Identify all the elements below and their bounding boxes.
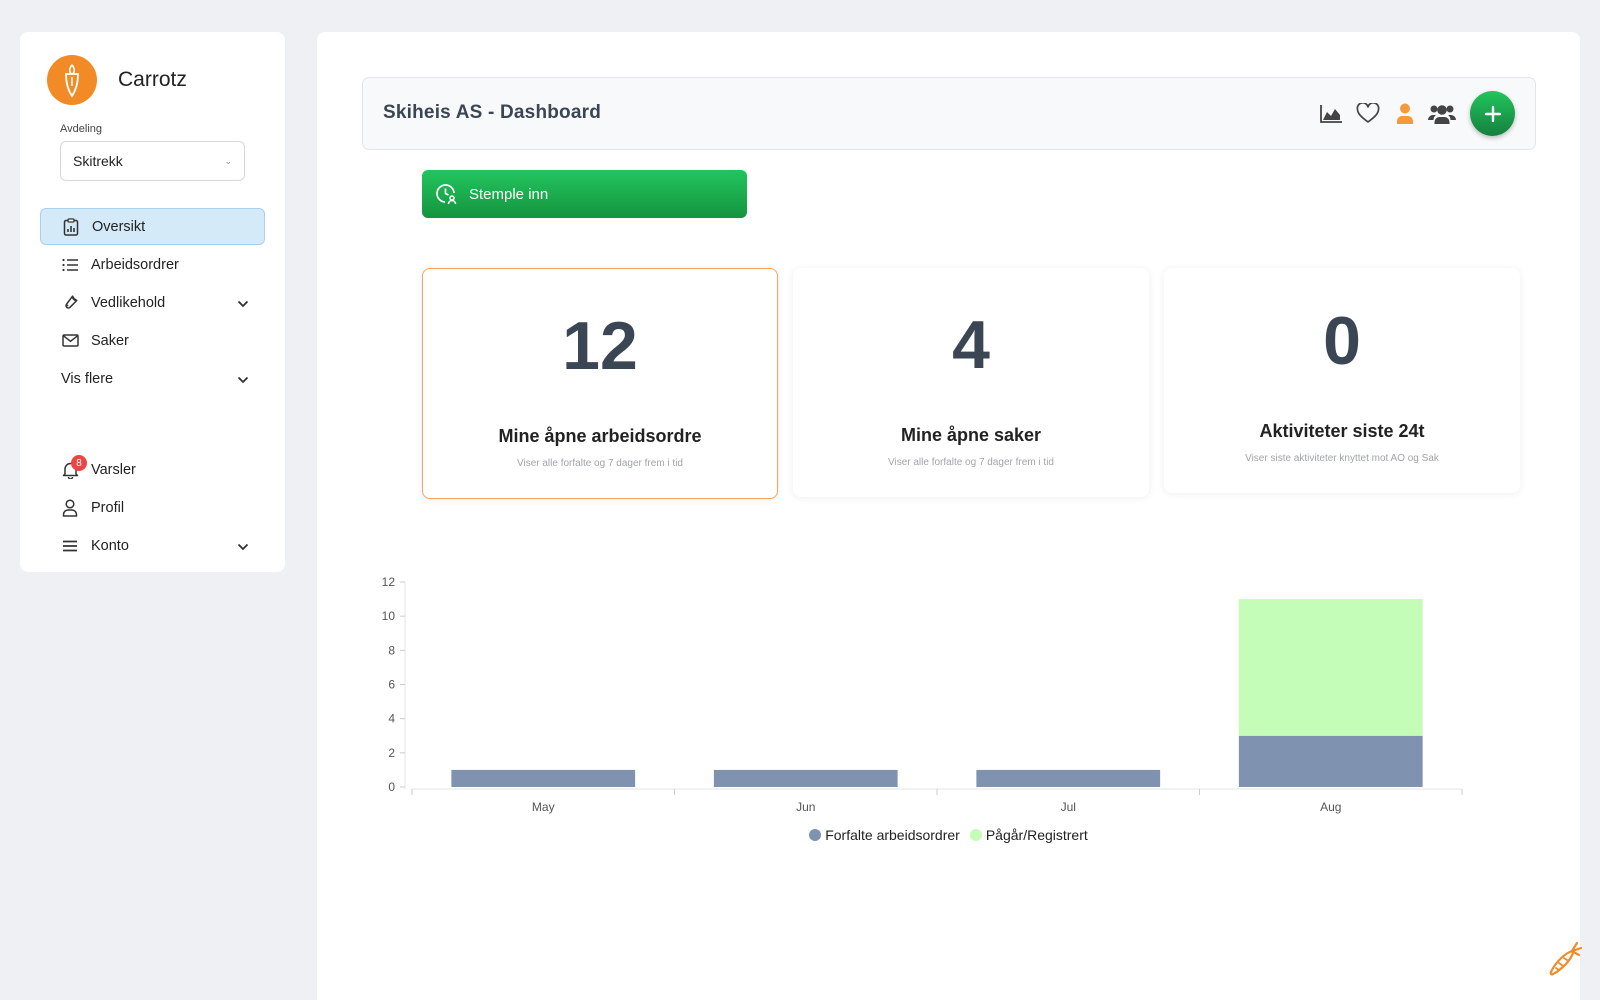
alerts-count-badge: 8 xyxy=(71,455,87,471)
x-tick-label: Jul xyxy=(1061,800,1076,814)
app-name: Carrotz xyxy=(118,68,187,91)
carrot-corner-icon[interactable] xyxy=(1544,939,1584,984)
sidebar-item-maintenance[interactable]: Vedlikehold xyxy=(40,284,265,321)
plus-icon xyxy=(1484,105,1501,122)
y-tick-label: 2 xyxy=(388,746,395,760)
department-label: Avdeling xyxy=(60,123,102,135)
legend-dot xyxy=(809,829,822,841)
sidebar-item-profile[interactable]: Profil xyxy=(40,489,265,526)
sidebar-item-label: Arbeidsordrer xyxy=(91,256,179,273)
header-actions xyxy=(1312,91,1515,136)
y-tick-label: 6 xyxy=(388,678,395,692)
page-title: Skiheis AS - Dashboard xyxy=(383,102,602,123)
sidebar-item-label: Oversikt xyxy=(92,218,146,235)
stat-card-cases[interactable]: 4 Mine åpne saker Viser alle forfalte og… xyxy=(793,268,1149,497)
bar-overdue xyxy=(976,769,1161,787)
stat-value: 0 xyxy=(1323,303,1361,379)
sidebar: Carrotz Avdeling Skitrekk ⌄ Oversikt Arb… xyxy=(20,32,285,572)
sidebar-item-workorders[interactable]: Arbeidsordrer xyxy=(40,246,265,283)
clock-in-label: Stemple inn xyxy=(469,185,549,203)
chevron-down-icon xyxy=(237,296,249,312)
user-icon xyxy=(60,498,80,518)
clock-in-button[interactable]: Stemple inn xyxy=(422,170,747,218)
chart-legend: Forfalte arbeidsordrer Pågår/Registrert xyxy=(317,827,1580,843)
y-tick-label: 0 xyxy=(388,780,395,794)
sidebar-item-alerts[interactable]: 8 Varsler xyxy=(40,451,265,488)
clipboard-chart-icon xyxy=(61,217,81,237)
main-nav: Oversikt Arbeidsordrer Vedlikehold Saker… xyxy=(40,208,265,398)
stat-label: Mine åpne saker xyxy=(900,425,1042,445)
bar-overdue xyxy=(713,769,898,787)
list-icon xyxy=(60,255,80,275)
legend-item-in-progress[interactable]: Pågår/Registrert xyxy=(969,827,1088,843)
y-tick-label: 4 xyxy=(388,712,395,726)
sidebar-item-cases[interactable]: Saker xyxy=(40,322,265,359)
stat-description: Viser alle forfalte og 7 dager frem i ti… xyxy=(516,458,683,469)
sidebar-item-label: Varsler xyxy=(91,461,136,478)
sidebar-item-label: Profil xyxy=(91,499,125,516)
bar-overdue xyxy=(451,769,636,787)
bar-overdue xyxy=(1238,735,1423,787)
stat-card-activities[interactable]: 0 Aktiviteter siste 24t Viser siste akti… xyxy=(1164,268,1520,493)
area-chart-icon[interactable] xyxy=(1312,92,1349,136)
legend-item-overdue[interactable]: Forfalte arbeidsordrer xyxy=(809,827,960,843)
department-selected-value: Skitrekk xyxy=(73,153,123,169)
x-tick-label: May xyxy=(532,800,555,814)
bar-in-progress xyxy=(1238,599,1423,736)
chevron-down-icon xyxy=(237,539,249,555)
sidebar-item-label: Saker xyxy=(91,332,129,349)
menu-icon xyxy=(60,536,80,556)
envelope-icon xyxy=(60,331,80,351)
stat-value: 12 xyxy=(562,308,638,384)
chevron-down-icon: ⌄ xyxy=(224,155,232,166)
stat-value: 4 xyxy=(952,307,990,383)
stat-description: Viser siste aktiviteter knyttet mot AO o… xyxy=(1245,453,1439,464)
stat-card-workorders[interactable]: 12 Mine åpne arbeidsordre Viser alle for… xyxy=(422,268,778,499)
sidebar-item-label: Vedlikehold xyxy=(91,294,166,311)
sidebar-item-overview[interactable]: Oversikt xyxy=(40,208,265,245)
stat-label: Mine åpne arbeidsordre xyxy=(498,426,702,446)
legend-dot xyxy=(969,829,982,841)
sidebar-item-label: Vis flere xyxy=(61,370,114,387)
user-orange-icon[interactable] xyxy=(1386,92,1423,136)
y-tick-label: 8 xyxy=(388,643,395,657)
sidebar-item-account[interactable]: Konto xyxy=(40,527,265,564)
x-tick-label: Aug xyxy=(1320,800,1341,814)
dashboard-header: Skiheis AS - Dashboard xyxy=(362,77,1536,150)
sidebar-item-label: Konto xyxy=(91,537,129,554)
users-group-icon[interactable] xyxy=(1423,92,1460,136)
wrench-icon xyxy=(60,293,80,313)
stat-description: Viser alle forfalte og 7 dager frem i ti… xyxy=(887,457,1054,468)
secondary-nav: 8 Varsler Profil Konto xyxy=(40,451,265,565)
add-button[interactable] xyxy=(1470,91,1515,136)
stat-label: Aktiviteter siste 24t xyxy=(1259,421,1425,441)
clock-user-icon xyxy=(435,183,457,205)
chevron-down-icon xyxy=(237,372,249,388)
y-tick-label: 12 xyxy=(382,575,396,589)
legend-label: Forfalte arbeidsordrer xyxy=(825,827,960,843)
carrot-logo-icon xyxy=(47,55,97,105)
x-tick-label: Jun xyxy=(796,800,815,814)
main-content: Skiheis AS - Dashboard Stemple inn 12 Mi… xyxy=(317,32,1580,1000)
legend-label: Pågår/Registrert xyxy=(985,827,1088,843)
brand[interactable]: Carrotz xyxy=(47,55,187,105)
department-select[interactable]: Skitrekk ⌄ xyxy=(60,141,245,181)
sidebar-item-show-more[interactable]: Vis flere xyxy=(40,360,265,397)
y-tick-label: 10 xyxy=(382,609,396,623)
heart-icon[interactable] xyxy=(1349,92,1386,136)
